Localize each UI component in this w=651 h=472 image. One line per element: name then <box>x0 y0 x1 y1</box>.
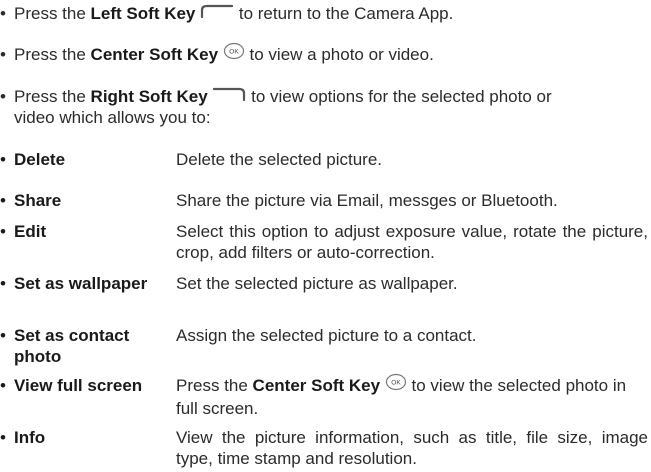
intro-right-after: to view options for the selected photo o… <box>246 87 552 106</box>
option-description: Select this option to adjust exposure va… <box>176 222 648 262</box>
option-term: • View full screen <box>0 376 143 395</box>
intro-left-after: to return to the Camera App. <box>234 4 454 23</box>
ok-key-icon: OK <box>223 42 245 65</box>
right-soft-key-icon <box>212 85 246 106</box>
intro-left-before: Press the <box>14 4 91 23</box>
option-description: Assign the selected picture to a contact… <box>176 326 477 345</box>
intro-right-soft-key: • Press the Right Soft Key to view option… <box>0 86 651 108</box>
option-description: Press the Center Soft Key OK to view the… <box>176 373 648 419</box>
option-term: • Set as contact photo <box>0 326 130 366</box>
intro-left-soft-key: • Press the Left Soft Key to return to th… <box>0 3 651 25</box>
option-term: • Set as wallpaper <box>0 274 148 293</box>
option-term: • Edit <box>0 222 47 241</box>
intro-right-before: Press the <box>14 87 91 106</box>
option-term: • Delete <box>0 150 66 169</box>
ok-key-label: OK <box>391 380 401 387</box>
intro-center-soft-key: • Press the Center Soft Key OK to view a … <box>0 42 651 67</box>
ok-key-label: OK <box>229 49 239 56</box>
option-description: Set the selected picture as wallpaper. <box>176 274 458 293</box>
ok-key-icon: OK <box>385 373 407 396</box>
intro-right-continuation: video which allows you to: <box>14 108 211 127</box>
option-term: • Share <box>0 191 62 210</box>
option-description: Share the picture via Email, messges or … <box>176 191 558 210</box>
manual-page: • Press the Left Soft Key to return to th… <box>0 0 651 472</box>
intro-right-key: Right Soft Key <box>90 87 208 106</box>
option-description: View the picture information, such as ti… <box>176 428 648 468</box>
option-term: • Info <box>0 428 46 447</box>
intro-center-before: Press the <box>14 45 91 64</box>
option-description: Delete the selected picture. <box>176 150 383 169</box>
intro-center-after: to view a photo or video. <box>244 45 434 64</box>
intro-left-key: Left Soft Key <box>90 4 196 23</box>
left-soft-key-icon <box>200 2 234 23</box>
intro-center-key: Center Soft Key <box>90 45 219 64</box>
bullet-dot: • <box>0 87 6 106</box>
bullet-dot: • <box>0 4 6 23</box>
bullet-dot: • <box>0 45 6 64</box>
